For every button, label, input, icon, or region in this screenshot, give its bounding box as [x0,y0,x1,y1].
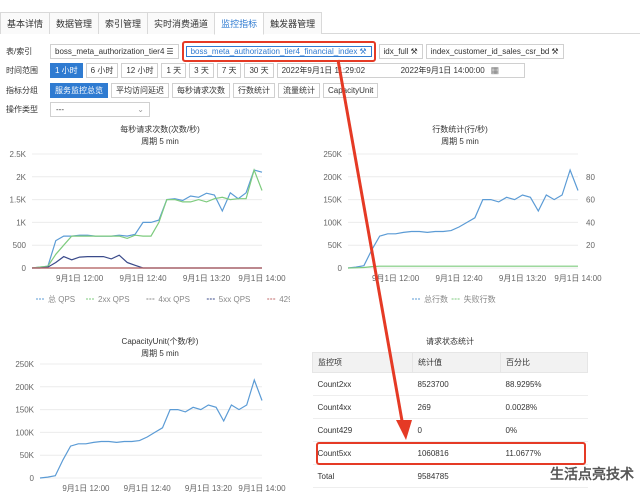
watermark: 生活点亮技术 [550,466,634,482]
arrow-head [396,420,412,440]
red-arrow-annotation [336,59,412,440]
arrow-shaft [336,59,406,433]
